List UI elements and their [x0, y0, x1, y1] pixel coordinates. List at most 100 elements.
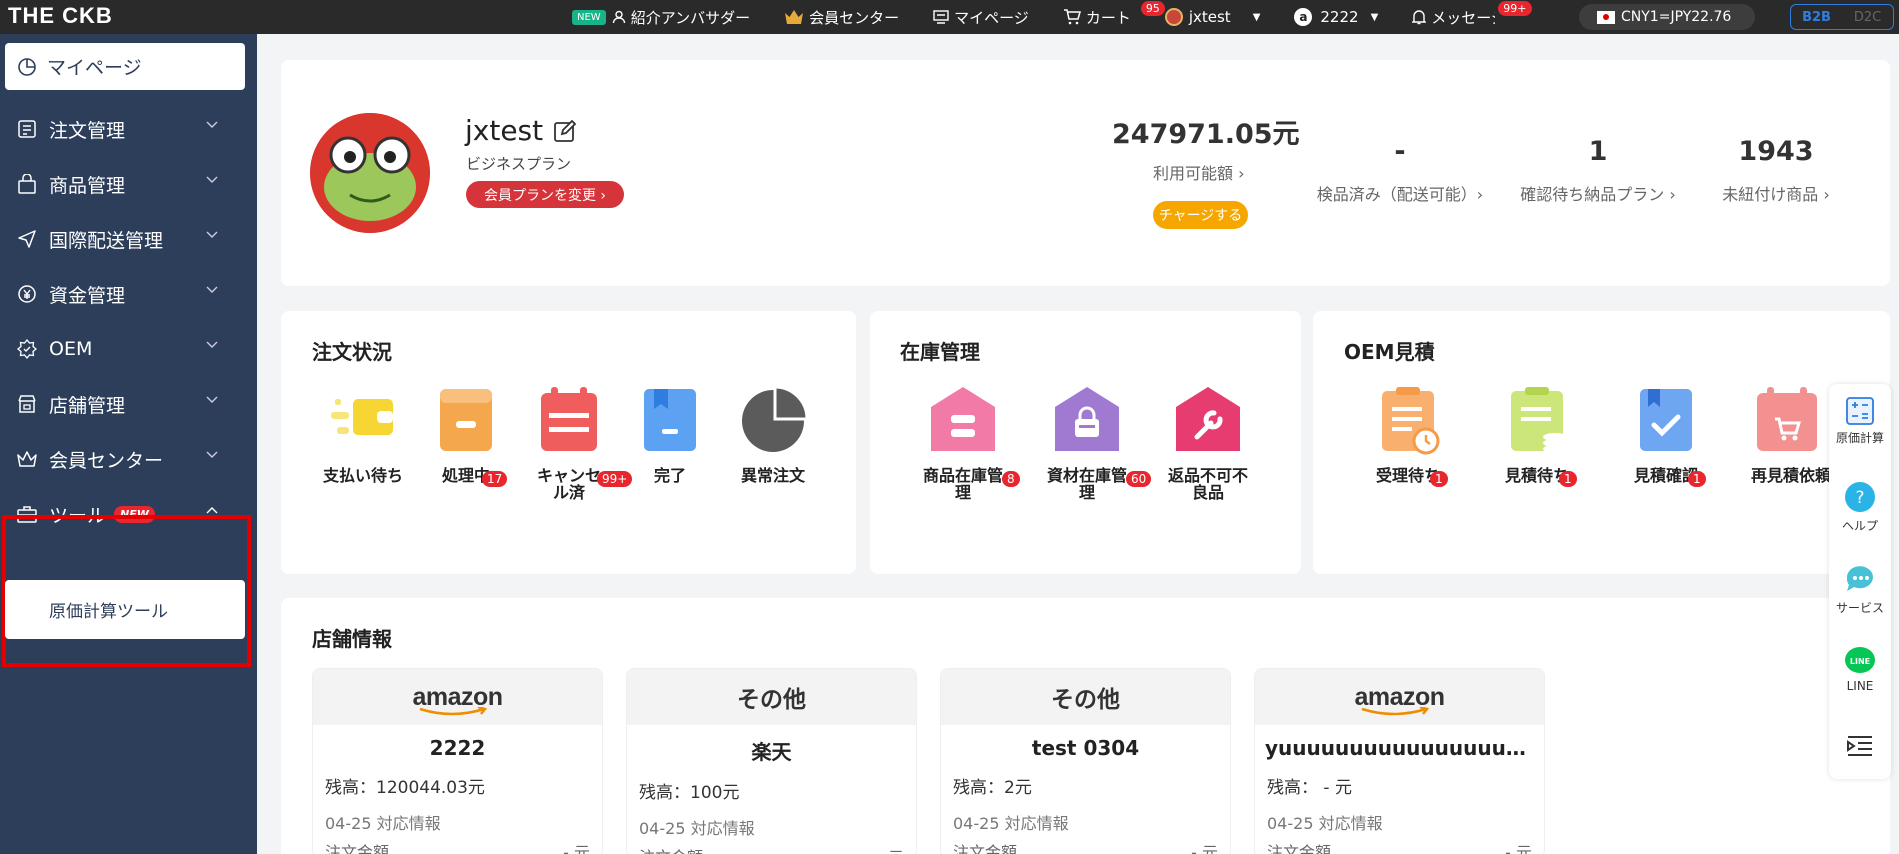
store-card[interactable]: amazon 2222 残高：120044.03元 04-25 対応情報 注文金…: [312, 668, 603, 854]
logo[interactable]: THE CKB: [8, 3, 113, 29]
messages-link[interactable]: メッセージ 99+: [1412, 0, 1532, 28]
sidebar: マイページ 注文管理 商品管理 国際配送管理 資金管理 OEM 店舗管理 会員セ…: [0, 34, 257, 854]
document-icon: [15, 117, 39, 141]
warehouse-icon: [930, 387, 995, 451]
sidebar-item-stores[interactable]: 店舗管理: [0, 379, 257, 429]
sidebar-item-shipping[interactable]: 国際配送管理: [0, 214, 257, 264]
inventory-item-materials[interactable]: 60 資材在庫管理: [1034, 385, 1152, 501]
count-badge: 1: [1430, 471, 1448, 487]
exchange-rate: CNY1=JPY22.76: [1579, 4, 1755, 30]
chevron-down-icon: [206, 451, 218, 458]
stat-inspected[interactable]: - 検品済み（配送可能）›: [1310, 136, 1490, 205]
svg-text:LINE: LINE: [1850, 657, 1870, 666]
top-bar: THE CKB NEW 紹介アンバサダー 会員センター マイページ カート 95…: [0, 0, 1899, 34]
store-platform: その他: [941, 669, 1230, 725]
username: jxtest: [465, 114, 577, 147]
charge-button[interactable]: チャージする: [1153, 201, 1248, 229]
oem-item-requote[interactable]: 再見積依頼: [1745, 385, 1829, 525]
sidebar-item-member-center[interactable]: 会員センター: [0, 434, 257, 484]
chevron-up-icon: [206, 507, 218, 514]
inventory-item-label: 商品在庫管理: [922, 466, 1003, 502]
user-avatar: [310, 113, 430, 233]
store-name: 2222: [429, 736, 486, 760]
rate-label: CNY1=JPY22.76: [1621, 9, 1732, 25]
sidebar-subitem-cost-calculator[interactable]: 原価計算ツール: [5, 580, 245, 639]
sidebar-item-label: 商品管理: [49, 174, 126, 197]
oem-item-waiting-quote[interactable]: 1 見積待ち: [1487, 385, 1587, 487]
oem-item-waiting-acceptance[interactable]: 1 受理待ち: [1358, 385, 1458, 487]
float-service[interactable]: サービス: [1829, 564, 1891, 616]
order-amount-label: 注文金額: [1267, 843, 1332, 854]
sidebar-mypage-label: マイページ: [47, 57, 142, 79]
top-nav: NEW 紹介アンバサダー 会員センター マイページ カート 95 jxtest …: [572, 0, 1532, 34]
count-badge: 60: [1126, 471, 1152, 487]
store-order-row: 注文金額 - 元: [1267, 839, 1532, 854]
store-order-row: 注文金額 - 元: [953, 839, 1218, 854]
inventory-item-defective[interactable]: 返品不可不良品: [1155, 385, 1260, 501]
store-name: 楽天: [751, 740, 792, 764]
sidebar-item-products[interactable]: 商品管理: [0, 159, 257, 209]
stat-unlinked-products[interactable]: 1943 未紐付け商品 ›: [1715, 136, 1837, 205]
ambassador-link[interactable]: NEW 紹介アンバサダー: [572, 7, 750, 28]
sidebar-item-funds[interactable]: 資金管理: [0, 269, 257, 319]
sidebar-item-oem[interactable]: OEM: [0, 324, 257, 374]
right-float-toolbar: 原価計算 ? ヘルプ サービス LINE LINE: [1829, 384, 1891, 779]
float-label: 原価計算: [1835, 431, 1884, 445]
oem-item-quote-confirm[interactable]: 1 見積確認: [1616, 385, 1716, 487]
order-item-abnormal[interactable]: 異常注文: [723, 385, 823, 484]
order-item-awaiting-payment[interactable]: 支払い待ち: [313, 385, 413, 484]
store-order-row: 注文金額 - 元: [639, 844, 904, 854]
mode-d2c[interactable]: D2C: [1842, 5, 1893, 29]
amazon-smile-icon: [1362, 706, 1430, 715]
inventory-item-products[interactable]: 8 商品在庫管理: [910, 385, 1020, 502]
amazon-account-menu[interactable]: a 2222 ▼: [1294, 8, 1378, 26]
warehouse-wrench-icon: [1175, 387, 1240, 451]
order-item-completed[interactable]: 完了: [620, 385, 720, 484]
order-amount-value: - 元: [1505, 843, 1532, 854]
available-amount-link[interactable]: 利用可能額 ›: [1153, 160, 1245, 184]
store-card[interactable]: amazon yuuuuuuuuuuuuuuuuuu… 残高： - 元 04-2…: [1254, 668, 1545, 854]
mode-toggle[interactable]: B2B D2C: [1790, 4, 1894, 30]
float-label: ヘルプ: [1841, 519, 1878, 533]
username-label: jxtest: [465, 114, 544, 147]
monitor-icon: [933, 10, 949, 24]
member-center-link[interactable]: 会員センター: [784, 7, 899, 28]
store-platform: amazon: [1255, 669, 1544, 725]
float-help[interactable]: ? ヘルプ: [1829, 480, 1891, 534]
float-line[interactable]: LINE LINE: [1829, 646, 1891, 693]
mypage-label: マイページ: [954, 8, 1029, 27]
order-item-cancelled[interactable]: 99+ キャンセル済: [519, 385, 633, 501]
pie-chart-icon: [742, 385, 809, 452]
calculator-icon: [1846, 397, 1874, 425]
pie-chart-icon: [18, 57, 36, 76]
store-info-date: 04-25 対応情報: [1267, 814, 1383, 833]
order-amount-label: 注文金額: [325, 843, 390, 854]
badge-icon: [15, 337, 39, 361]
warehouse-bag-icon: [1054, 387, 1119, 451]
sidebar-item-mypage[interactable]: マイページ: [5, 43, 245, 90]
store-card[interactable]: その他 test 0304 残高：2元 04-25 対応情報 注文金額 - 元: [940, 668, 1231, 854]
user-menu[interactable]: jxtest ▼: [1164, 8, 1260, 26]
cart-link[interactable]: カート 95: [1063, 0, 1165, 28]
store-card[interactable]: その他 楽天 残高：100元 04-25 対応情報 注文金額 - 元: [626, 668, 917, 854]
line-icon: LINE: [1845, 647, 1875, 673]
sidebar-item-label: OEM: [49, 338, 93, 360]
sidebar-item-label: 資金管理: [49, 284, 126, 307]
chevron-down-icon: [206, 121, 218, 128]
order-item-processing[interactable]: 17 処理中: [416, 385, 516, 487]
store-balance: 残高：120044.03元: [325, 778, 485, 798]
change-plan-button[interactable]: 会員プランを変更 ›: [466, 181, 624, 208]
stat-value: 1: [1588, 136, 1608, 167]
float-toggle[interactable]: [1829, 734, 1891, 761]
store-info-date: 04-25 対応情報: [639, 819, 755, 838]
caret-down-icon: ▼: [1370, 11, 1379, 23]
mode-b2b[interactable]: B2B: [1791, 5, 1842, 29]
book-icon: [644, 389, 696, 451]
japan-flag-icon: [1597, 10, 1615, 24]
mypage-link[interactable]: マイページ: [933, 7, 1029, 28]
edit-icon[interactable]: [553, 119, 577, 143]
amazon-account-label: 2222: [1320, 8, 1359, 26]
stat-pending-plan[interactable]: 1 確認待ち納品プラン ›: [1510, 136, 1686, 205]
sidebar-item-orders[interactable]: 注文管理: [0, 104, 257, 154]
float-cost-calculator[interactable]: 原価計算: [1829, 396, 1891, 446]
